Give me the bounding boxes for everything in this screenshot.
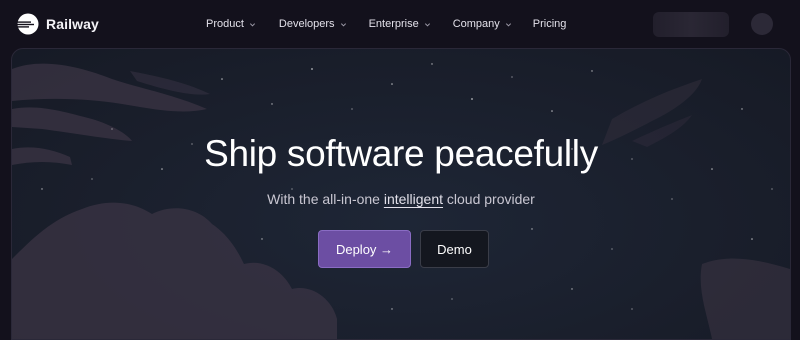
page-title: Ship software peacefully xyxy=(204,133,598,174)
demo-button[interactable]: Demo xyxy=(420,230,489,268)
nav-product-label: Product xyxy=(206,18,244,30)
chevron-down-icon xyxy=(249,22,255,26)
nav-pricing[interactable]: Pricing xyxy=(533,18,567,30)
nav-enterprise-label: Enterprise xyxy=(368,18,419,30)
nav-company[interactable]: Company xyxy=(453,18,512,30)
intelligent-link[interactable]: intelligent xyxy=(384,191,443,207)
chevron-down-icon xyxy=(424,22,430,26)
deploy-button[interactable]: Deploy → xyxy=(318,230,411,268)
nav-pricing-label: Pricing xyxy=(532,18,567,30)
subtitle-text-start: With the all-in-one xyxy=(267,191,384,207)
avatar[interactable] xyxy=(751,13,773,35)
chevron-down-icon xyxy=(505,22,511,26)
railway-logo-icon xyxy=(17,13,39,35)
main-menu: Product Developers Enterprise Company Pr… xyxy=(206,0,566,48)
top-nav: Railway Product Developers Enterprise Co… xyxy=(0,0,800,48)
brand-name: Railway xyxy=(46,16,99,32)
brand-logo[interactable]: Railway xyxy=(17,12,99,36)
nav-developers[interactable]: Developers xyxy=(279,18,347,30)
auth-placeholder[interactable] xyxy=(653,12,729,37)
nav-developers-label: Developers xyxy=(278,18,335,30)
nav-enterprise[interactable]: Enterprise xyxy=(369,18,431,30)
subtitle-text-end: cloud provider xyxy=(443,191,535,207)
hero-section: Ship software peacefully With the all-in… xyxy=(11,48,791,340)
hero-subtitle: With the all-in-one intelligent cloud pr… xyxy=(12,191,790,207)
nav-company-label: Company xyxy=(452,18,500,30)
chevron-down-icon xyxy=(340,22,346,26)
nav-product[interactable]: Product xyxy=(206,18,256,30)
